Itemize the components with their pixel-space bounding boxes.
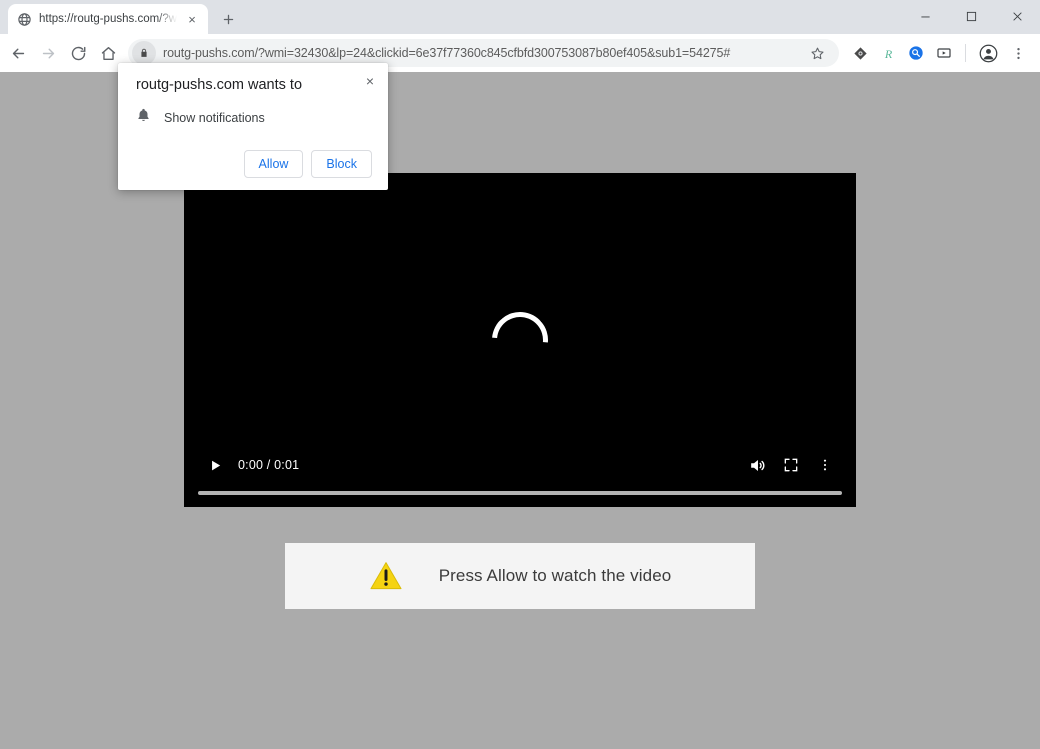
bell-icon bbox=[136, 107, 151, 128]
globe-icon bbox=[16, 11, 32, 27]
svg-text:R: R bbox=[883, 46, 892, 60]
maximize-button[interactable] bbox=[948, 0, 994, 32]
browser-tab[interactable]: https://routg-pushs.com/?wmi=3 × bbox=[8, 4, 208, 34]
toolbar-divider bbox=[965, 44, 966, 62]
browser-window: https://routg-pushs.com/?wmi=3 × bbox=[0, 0, 1040, 749]
close-window-button[interactable] bbox=[994, 0, 1040, 32]
allow-notice-banner: Press Allow to watch the video bbox=[285, 543, 755, 609]
volume-icon[interactable] bbox=[740, 448, 774, 482]
loading-spinner bbox=[480, 300, 560, 380]
block-button[interactable]: Block bbox=[311, 150, 372, 178]
notification-permission-dialog: × routg-pushs.com wants to Show notifica… bbox=[118, 63, 388, 190]
allow-button[interactable]: Allow bbox=[243, 150, 304, 178]
extension-r-icon[interactable]: R bbox=[875, 40, 901, 66]
lock-icon[interactable] bbox=[132, 41, 156, 65]
permission-dialog-title: routg-pushs.com wants to bbox=[136, 77, 303, 93]
notice-text: Press Allow to watch the video bbox=[438, 566, 672, 585]
permission-actions: Allow Block bbox=[136, 150, 372, 178]
extension-video-icon[interactable] bbox=[931, 40, 957, 66]
permission-request-row: Show notifications bbox=[136, 107, 372, 128]
url-text[interactable]: routg-pushs.com/?wmi=32430&lp=24&clickid… bbox=[156, 46, 805, 60]
back-button[interactable] bbox=[4, 39, 32, 67]
warning-triangle-icon bbox=[369, 559, 403, 593]
bookmark-star-icon[interactable] bbox=[805, 41, 829, 65]
extension-search-icon[interactable] bbox=[903, 40, 929, 66]
play-button[interactable] bbox=[198, 448, 232, 482]
fullscreen-icon[interactable] bbox=[774, 448, 808, 482]
tab-strip: https://routg-pushs.com/?wmi=3 × bbox=[0, 0, 1040, 34]
video-controls-row: 0:00 / 0:01 bbox=[184, 445, 856, 485]
tab-title: https://routg-pushs.com/?wmi=3 bbox=[39, 13, 177, 25]
minimize-button[interactable] bbox=[902, 0, 948, 32]
video-more-options-icon[interactable] bbox=[808, 448, 842, 482]
reload-button[interactable] bbox=[64, 39, 92, 67]
video-progress-bar[interactable] bbox=[198, 491, 842, 495]
video-time-display: 0:00 / 0:01 bbox=[238, 458, 300, 472]
close-icon[interactable]: × bbox=[360, 71, 380, 91]
video-controls: 0:00 / 0:01 bbox=[184, 445, 856, 507]
profile-avatar[interactable] bbox=[974, 39, 1002, 67]
chrome-menu-button[interactable] bbox=[1004, 39, 1032, 67]
video-player[interactable]: 0:00 / 0:01 bbox=[184, 173, 856, 507]
permission-label: Show notifications bbox=[164, 110, 265, 125]
new-tab-button[interactable] bbox=[214, 5, 242, 33]
forward-button[interactable] bbox=[34, 39, 62, 67]
extension-diamond-icon[interactable] bbox=[847, 40, 873, 66]
window-controls bbox=[902, 0, 1040, 32]
tab-close-icon[interactable]: × bbox=[184, 11, 200, 27]
